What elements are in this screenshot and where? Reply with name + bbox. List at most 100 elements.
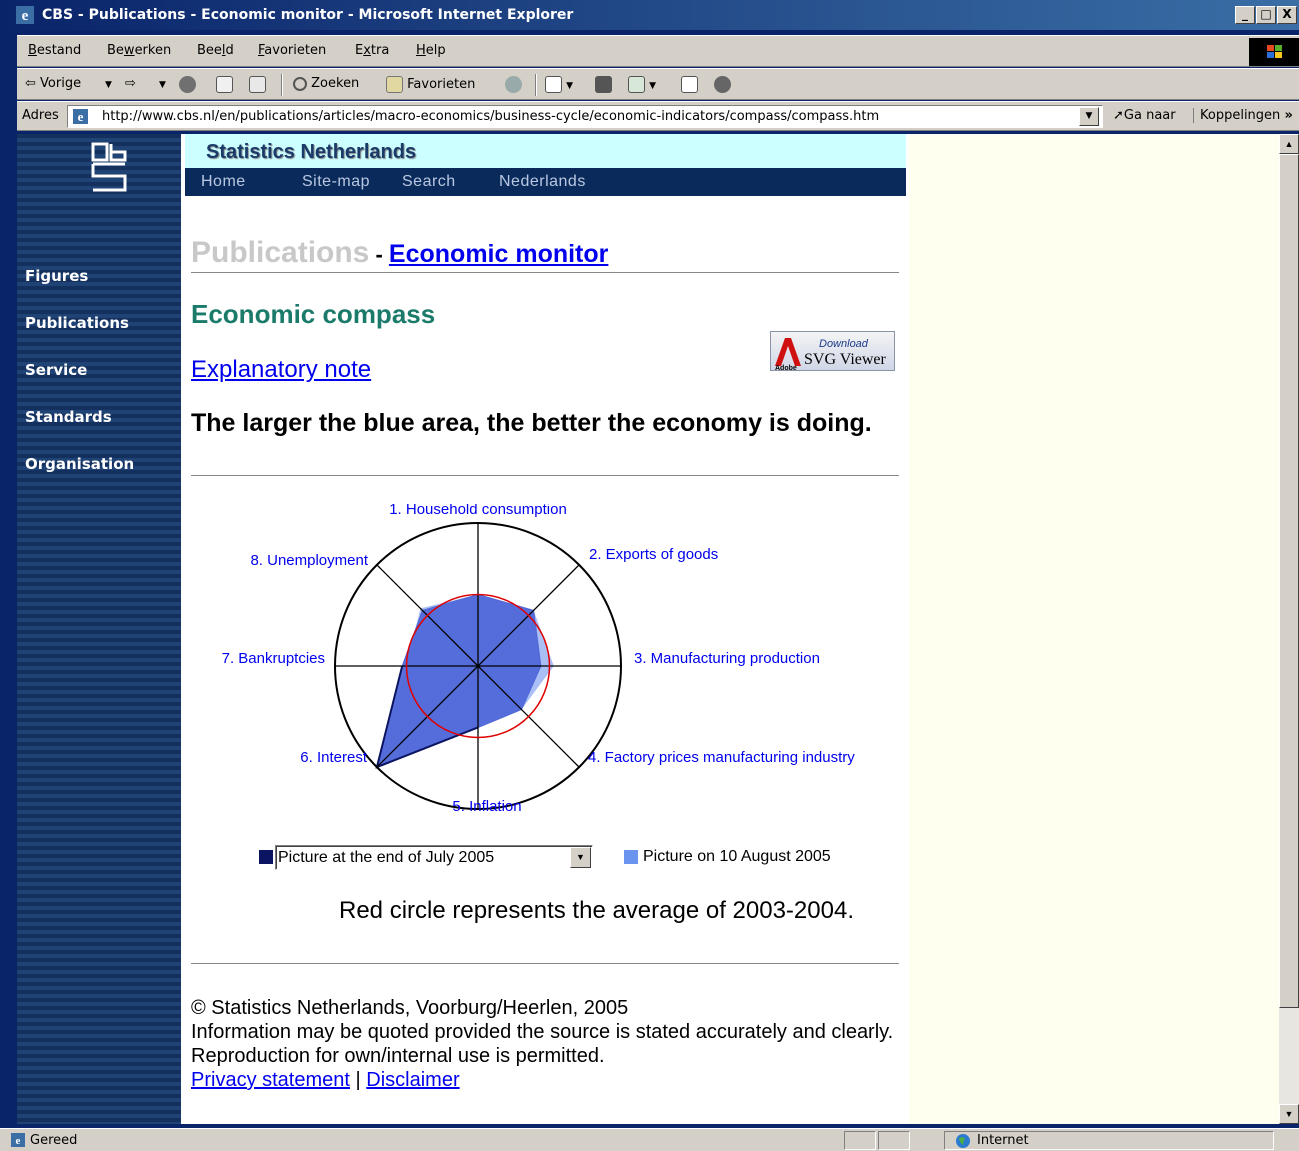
divider (191, 272, 899, 273)
site-title: Statistics Netherlands (206, 141, 417, 163)
scroll-down-icon[interactable]: ▼ (1279, 1104, 1299, 1124)
period-select[interactable]: Picture at the end of July 2005 ▼ (275, 845, 593, 870)
svg-viewer-download-button[interactable]: Adobe Download SVG Viewer (770, 331, 895, 372)
search-icon (293, 76, 307, 91)
sidebar-item-standards[interactable]: Standards (25, 408, 112, 426)
axis-label: 7. Bankruptcies (222, 650, 325, 667)
stop-icon[interactable] (179, 76, 196, 93)
site-header: Statistics Netherlands (185, 134, 906, 168)
edit-icon[interactable]: ▼ (628, 76, 656, 93)
close-button[interactable]: X (1277, 6, 1297, 24)
back-dropdown-icon[interactable]: ▼ (105, 80, 112, 90)
browser-window: e CBS - Publications - Economic monitor … (0, 0, 1299, 1151)
menu-beeld[interactable]: Beeld (197, 43, 234, 58)
axis-label: 6. Interest (300, 749, 368, 766)
media-icon[interactable] (505, 76, 522, 93)
status-pane (844, 1131, 876, 1150)
page-title: Economic compass (191, 299, 436, 329)
scroll-up-icon[interactable]: ▲ (1279, 134, 1299, 154)
svg-text:e: e (22, 8, 29, 24)
legend-swatch-august (624, 850, 638, 864)
minimize-button[interactable]: _ (1235, 6, 1255, 24)
page-viewport: Figures Publications Service Standards O… (17, 134, 1279, 1124)
sidebar-item-service[interactable]: Service (25, 361, 87, 379)
legend-label-august: Picture on 10 August 2005 (643, 848, 831, 865)
axis-label: 3. Manufacturing production (634, 650, 820, 667)
page-icon: e (73, 109, 88, 124)
address-input[interactable]: e http://www.cbs.nl/en/publications/arti… (67, 105, 1103, 128)
search-label: Zoeken (311, 76, 360, 91)
go-button[interactable]: ➚Ga naar (1113, 108, 1176, 123)
svg-text:e: e (16, 1135, 21, 1147)
history-icon[interactable]: ▼ (545, 76, 573, 93)
home-icon[interactable] (249, 76, 266, 93)
print-icon[interactable] (595, 76, 612, 93)
privacy-statement-link[interactable]: Privacy statement (191, 1069, 350, 1091)
nav-home[interactable]: Home (201, 173, 246, 191)
discuss-icon[interactable] (681, 76, 698, 93)
globe-icon (956, 1134, 970, 1148)
vertical-scrollbar[interactable]: ▲ ▼ (1279, 134, 1299, 1124)
legend-swatch-july (259, 850, 273, 864)
economic-monitor-link[interactable]: Economic monitor (389, 240, 608, 268)
menu-favorieten[interactable]: Favorieten (258, 43, 326, 58)
go-arrow-icon: ➚ (1113, 108, 1124, 123)
back-button[interactable]: ⇦ Vorige (25, 76, 81, 91)
go-label: Ga naar (1123, 108, 1176, 123)
links-more-icon: » (1284, 108, 1293, 123)
svg-text:e: e (78, 109, 84, 124)
menu-bestand[interactable]: Bestand (28, 43, 81, 58)
address-bar: Adres e http://www.cbs.nl/en/publication… (17, 101, 1299, 131)
sidebar-item-figures[interactable]: Figures (25, 267, 88, 285)
menu-extra[interactable]: Extra (355, 43, 389, 58)
axis-label: 5. Inflation (452, 798, 521, 815)
disclaimer-link[interactable]: Disclaimer (366, 1069, 459, 1091)
series-area-july (376, 593, 542, 768)
economic-compass-chart: 1. Household consumption 2. Exports of go… (222, 504, 856, 815)
scroll-thumb[interactable] (1279, 154, 1299, 1008)
period-select-value: Picture at the end of July 2005 (278, 849, 495, 866)
adobe-label: Adobe (775, 365, 797, 372)
quote-text: Information may be quoted provided the s… (191, 1021, 894, 1043)
links-button[interactable]: Koppelingen » (1193, 108, 1293, 123)
internet-explorer-icon: e (16, 6, 34, 24)
left-navigation: Figures Publications Service Standards O… (17, 134, 181, 1124)
search-button[interactable]: Zoeken (293, 76, 359, 91)
title-bar: e CBS - Publications - Economic monitor … (0, 0, 1299, 30)
status-pane (878, 1131, 910, 1150)
favorites-button[interactable]: Favorieten (386, 76, 475, 93)
axis-label: 4. Factory prices manufacturing industry (588, 749, 855, 766)
menu-help[interactable]: Help (416, 43, 446, 58)
standard-toolbar: ⇦ Vorige ▼ ⇨ ▼ Zoeken Favorieten ▼ ▼ (17, 68, 1299, 100)
maximize-button[interactable]: □ (1256, 6, 1276, 24)
forward-icon[interactable]: ⇨ (125, 76, 136, 91)
axis-label: 2. Exports of goods (589, 546, 718, 563)
links-label: Koppelingen (1200, 108, 1281, 123)
menu-bewerken[interactable]: Bewerken (107, 43, 171, 58)
nav-nederlands[interactable]: Nederlands (499, 173, 586, 191)
address-url: http://www.cbs.nl/en/publications/articl… (102, 109, 880, 124)
window-title: CBS - Publications - Economic monitor - … (42, 7, 574, 23)
cbs-logo (91, 142, 127, 192)
nav-search[interactable]: Search (402, 173, 456, 191)
section-label: Publications (191, 236, 370, 269)
sidebar-item-organisation[interactable]: Organisation (25, 455, 134, 473)
refresh-icon[interactable] (216, 76, 233, 93)
breadcrumb: Publications - Economic monitor (191, 236, 608, 270)
footer: © Statistics Netherlands, Voorburg/Heerl… (191, 996, 903, 1092)
page-status-icon: e (11, 1133, 25, 1147)
address-dropdown-icon[interactable]: ▼ (1079, 107, 1099, 126)
divider (191, 963, 899, 964)
address-label: Adres (22, 108, 59, 123)
nav-site-map[interactable]: Site-map (302, 173, 370, 191)
forward-dropdown-icon[interactable]: ▼ (159, 80, 166, 90)
status-bar: e Gereed Internet (0, 1128, 1299, 1151)
axis-label: 8. Unemployment (250, 552, 368, 569)
sidebar-item-publications[interactable]: Publications (25, 314, 129, 332)
main-content: Statistics Netherlands Home Site-map Sea… (181, 134, 909, 1124)
explanatory-note-link[interactable]: Explanatory note (191, 356, 371, 384)
messenger-icon[interactable] (714, 76, 731, 93)
chevron-down-icon[interactable]: ▼ (570, 847, 591, 868)
favorites-icon (386, 76, 403, 93)
red-circle-note: Red circle represents the average of 200… (339, 897, 854, 924)
